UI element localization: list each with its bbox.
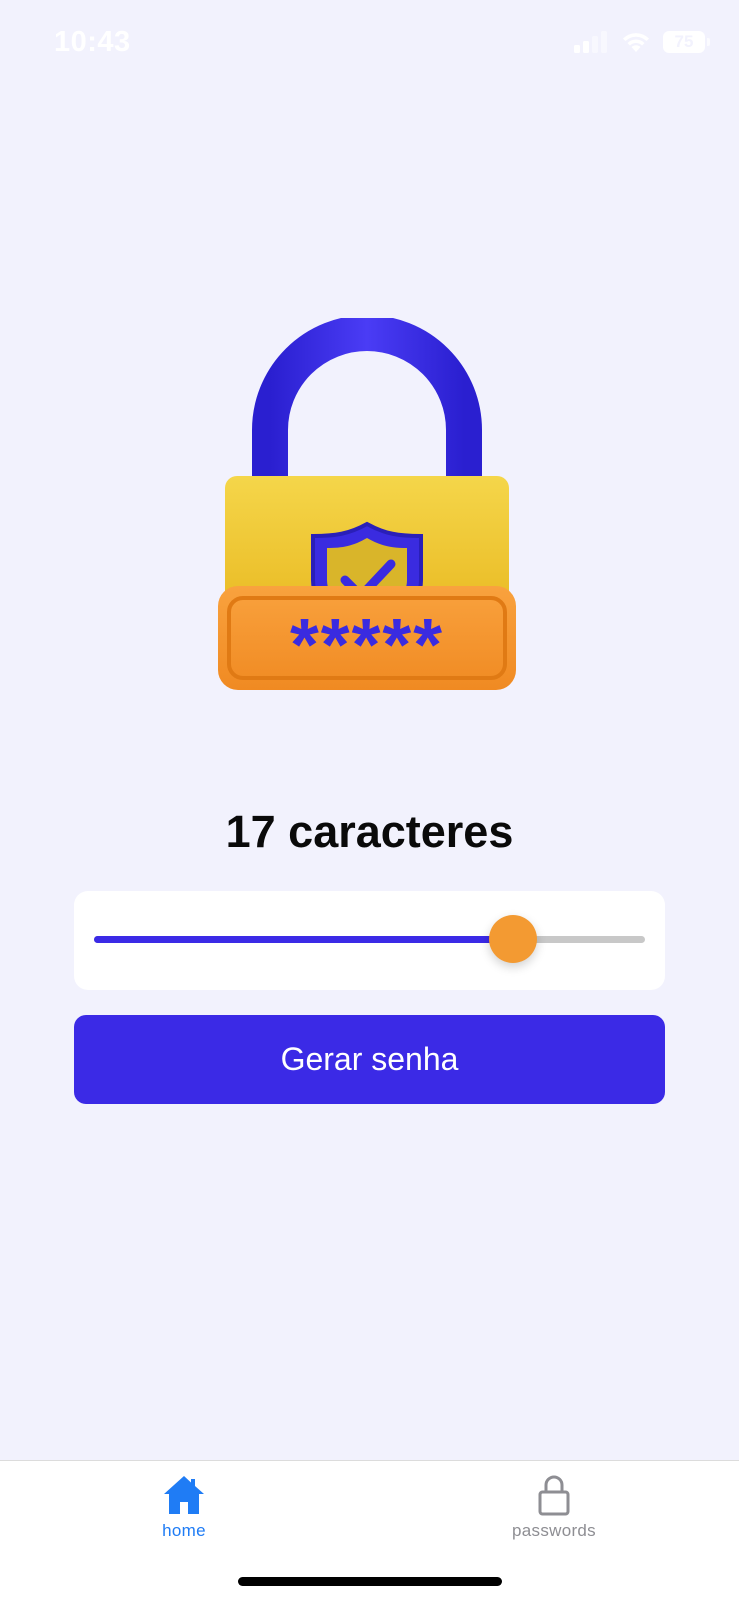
- wifi-icon: [623, 33, 649, 52]
- length-slider-card: [74, 891, 665, 990]
- battery-level: 75: [674, 32, 694, 51]
- lock-icon: [538, 1475, 570, 1516]
- password-length-label: 17 caracteres: [225, 806, 514, 857]
- status-time: 10:43: [54, 26, 131, 58]
- tab-home[interactable]: home: [84, 1461, 284, 1561]
- generate-password-button[interactable]: Gerar senha: [74, 1015, 665, 1104]
- masked-password-text: *****: [290, 603, 444, 686]
- home-indicator: [238, 1577, 502, 1586]
- length-slider-track[interactable]: [94, 936, 645, 943]
- padlock-password-illustration: *****: [218, 318, 516, 690]
- tab-home-label: home: [162, 1521, 206, 1540]
- tab-passwords-label: passwords: [512, 1521, 596, 1540]
- length-slider-thumb[interactable]: [488, 915, 537, 963]
- length-slider-fill: [94, 936, 513, 943]
- house-icon: [164, 1476, 204, 1514]
- status-bar: 10:43 75: [0, 0, 739, 90]
- tab-passwords[interactable]: passwords: [454, 1461, 654, 1561]
- signal-icon: [574, 31, 607, 53]
- battery-icon: 75: [663, 31, 710, 53]
- status-indicators: 75: [573, 30, 710, 54]
